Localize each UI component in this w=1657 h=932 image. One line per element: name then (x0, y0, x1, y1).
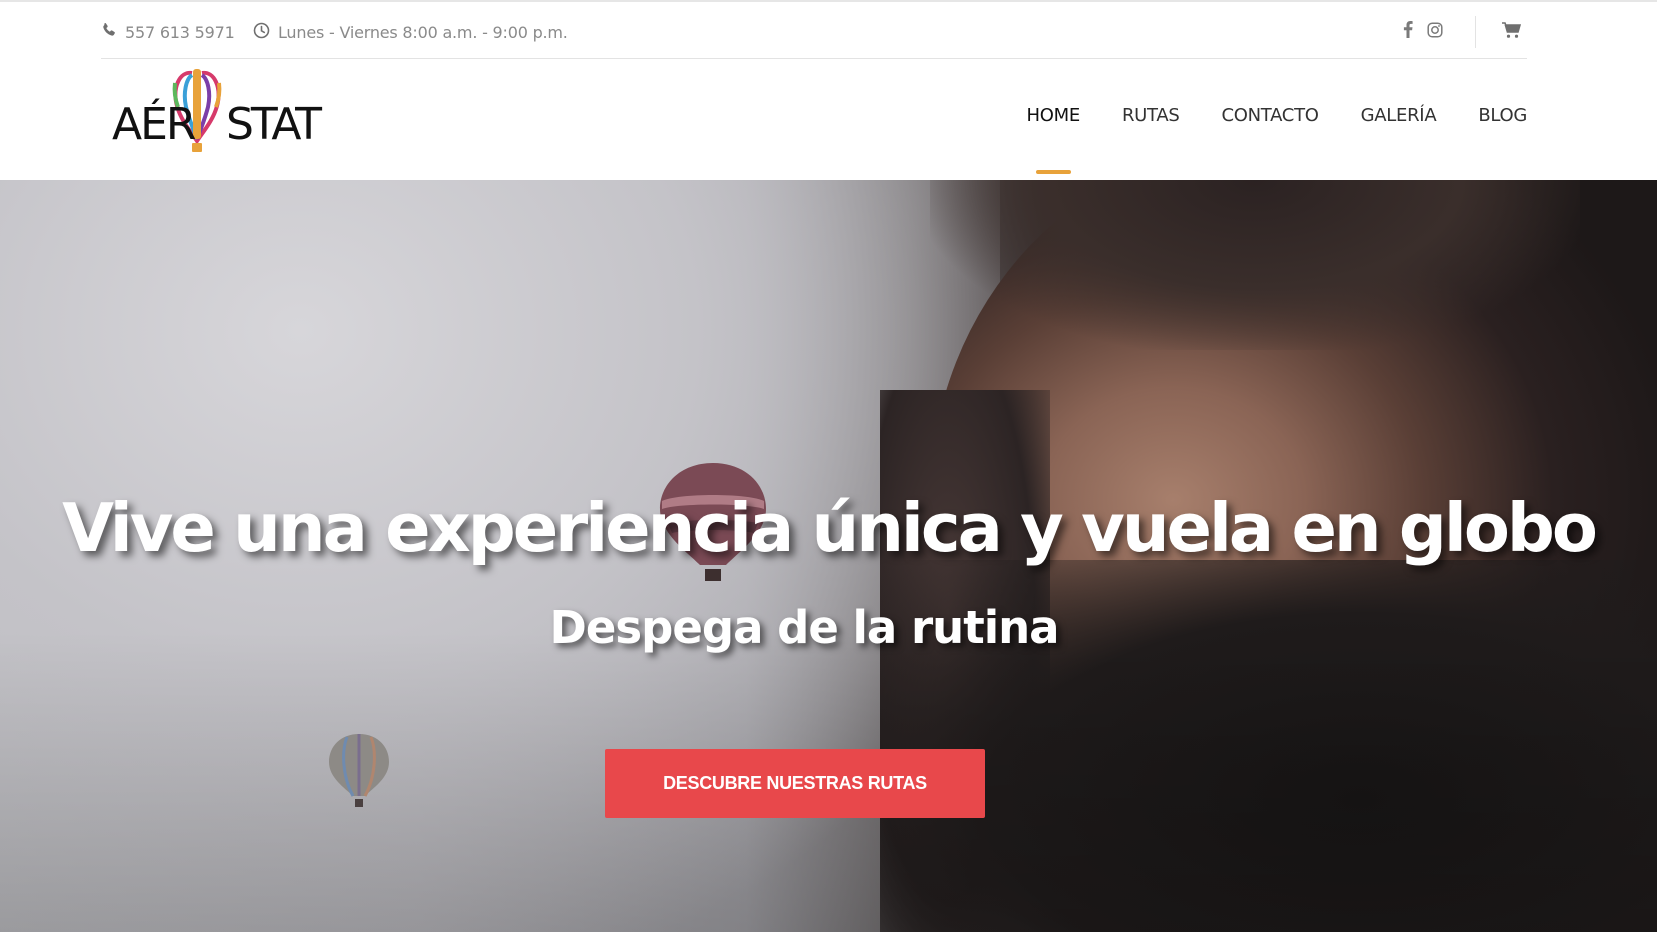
hero-section: Vive una experiencia única y vuela en gl… (0, 180, 1657, 932)
svg-text:STAT: STAT (226, 99, 322, 150)
discover-routes-button[interactable]: DESCUBRE NUESTRAS RUTAS (605, 749, 985, 818)
hours-text: Lunes - Viernes 8:00 a.m. - 9:00 p.m. (278, 23, 568, 42)
hot-air-balloon-small (327, 734, 391, 815)
nav-item-rutas[interactable]: RUTAS (1122, 105, 1180, 126)
main-header: AÉR STAT HOME RUTAS CONTACTO GALERÍA BLO… (0, 59, 1657, 180)
nav-item-contacto[interactable]: CONTACTO (1222, 105, 1319, 126)
main-nav: HOME RUTAS CONTACTO GALERÍA BLOG (985, 105, 1527, 174)
top-bar: 557 613 5971 Lunes - Viernes 8:00 a.m. -… (0, 0, 1657, 59)
nav-item-home[interactable]: HOME (1027, 105, 1080, 174)
cart-button[interactable] (1502, 22, 1522, 44)
opening-hours: Lunes - Viernes 8:00 a.m. - 9:00 p.m. (253, 22, 568, 43)
hero-title: Vive una experiencia única y vuela en gl… (62, 489, 1598, 567)
svg-text:AÉR: AÉR (112, 97, 196, 150)
top-bar-inner: 557 613 5971 Lunes - Viernes 8:00 a.m. -… (101, 2, 1527, 59)
topbar-divider (1475, 16, 1476, 48)
facebook-icon[interactable] (1403, 21, 1413, 43)
social-links (1403, 21, 1443, 43)
cart-icon (1502, 22, 1522, 43)
nav-item-galeria[interactable]: GALERÍA (1361, 105, 1437, 126)
site-logo[interactable]: AÉR STAT (112, 61, 327, 161)
phone-contact[interactable]: 557 613 5971 (101, 22, 235, 42)
phone-number: 557 613 5971 (125, 22, 235, 42)
hero-subtitle: Despega de la rutina (549, 601, 1059, 654)
nav-item-blog[interactable]: BLOG (1478, 105, 1527, 126)
instagram-icon[interactable] (1427, 21, 1443, 43)
clock-icon (253, 22, 278, 43)
phone-icon (101, 22, 125, 42)
